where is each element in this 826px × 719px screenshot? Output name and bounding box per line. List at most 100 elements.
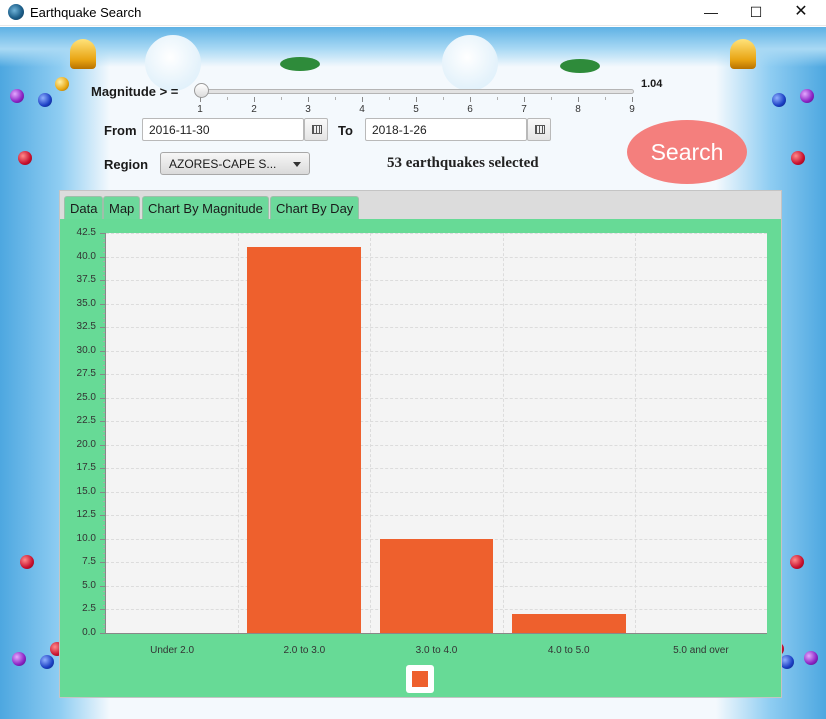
ornament-decoration <box>800 89 814 103</box>
y-tick-label: 35.0 <box>76 297 96 309</box>
close-button[interactable]: ✕ <box>778 0 824 26</box>
slider-tick-mark <box>632 97 633 102</box>
y-tick-label: 40.0 <box>76 250 96 262</box>
chart-gridline <box>106 421 767 423</box>
slider-tick-mark <box>578 97 579 102</box>
search-button[interactable]: Search <box>627 120 747 184</box>
ornament-decoration <box>780 655 794 669</box>
slider-tick-label: 1 <box>197 104 203 115</box>
chart-bar[interactable] <box>511 614 626 633</box>
moon-decoration <box>145 35 201 91</box>
holly-decoration <box>280 57 320 71</box>
y-tick-label: 5.0 <box>82 579 96 591</box>
chart-bar[interactable] <box>379 538 494 633</box>
ornament-decoration <box>791 151 805 165</box>
y-tick-label: 17.5 <box>76 462 96 474</box>
slider-tick-mark <box>308 97 309 102</box>
tab-chart-by-magnitude[interactable]: Chart By Magnitude <box>142 196 269 220</box>
snow-border-top <box>0 27 826 67</box>
region-select[interactable]: AZORES-CAPE S... <box>160 152 310 175</box>
ornament-decoration <box>20 555 34 569</box>
magnitude-slider-thumb[interactable] <box>194 83 209 98</box>
ornament-decoration <box>804 651 818 665</box>
bell-decoration <box>730 39 756 69</box>
chart-gridline <box>106 374 767 376</box>
chart-gridline <box>106 256 767 258</box>
slider-tick-label: 5 <box>413 104 419 115</box>
minimize-button[interactable]: — <box>688 0 734 26</box>
slider-minor-tick <box>335 97 336 100</box>
legend-swatch <box>412 671 428 687</box>
chart-vertical-gridline <box>502 233 504 633</box>
slider-tick-label: 8 <box>575 104 581 115</box>
ornament-decoration <box>790 555 804 569</box>
tab-data[interactable]: Data <box>64 196 104 220</box>
chart-gridline <box>106 280 767 282</box>
y-tick-label: 7.5 <box>82 556 96 568</box>
chart-vertical-gridline <box>238 233 240 633</box>
tab-map[interactable]: Map <box>103 196 141 220</box>
y-tick-label: 30.0 <box>76 344 96 356</box>
x-tick-label: 2.0 to 3.0 <box>283 645 326 656</box>
chart-plot-area <box>106 233 767 633</box>
y-tick-label: 2.5 <box>82 603 96 615</box>
y-tick-label: 12.5 <box>76 509 96 521</box>
x-tick-label: 4.0 to 5.0 <box>547 645 590 656</box>
from-calendar-button[interactable] <box>304 118 328 141</box>
slider-minor-tick <box>497 97 498 100</box>
y-tick-label: 10.0 <box>76 532 96 544</box>
slider-tick-label: 3 <box>305 104 311 115</box>
chart-gridline <box>106 303 767 305</box>
slider-tick-label: 7 <box>521 104 527 115</box>
ornament-decoration <box>18 151 32 165</box>
ornament-decoration <box>772 93 786 107</box>
y-tick-label: 25.0 <box>76 391 96 403</box>
ornament-decoration <box>10 89 24 103</box>
slider-minor-tick <box>281 97 282 100</box>
moon-decoration <box>442 35 498 91</box>
to-calendar-button[interactable] <box>527 118 551 141</box>
y-tick-label: 0.0 <box>82 627 96 638</box>
chart-gridline <box>106 468 767 470</box>
to-date-field[interactable]: 2018-1-26 <box>365 118 527 141</box>
calendar-icon <box>535 125 545 134</box>
ornament-decoration <box>40 655 54 669</box>
chart-gridline <box>106 233 767 234</box>
ornament-decoration <box>38 93 52 107</box>
slider-tick-label: 6 <box>467 104 473 115</box>
from-label: From <box>104 123 137 138</box>
slider-minor-tick <box>443 97 444 100</box>
slider-tick-label: 4 <box>359 104 365 115</box>
title-bar: Earthquake Search — ☐ ✕ <box>0 0 826 26</box>
x-tick-label: Under 2.0 <box>150 645 195 656</box>
x-tick-label: 5.0 and over <box>673 645 729 656</box>
slider-tick-label: 2 <box>251 104 257 115</box>
chart-gridline <box>106 444 767 446</box>
slider-tick-mark <box>416 97 417 102</box>
x-axis-line <box>105 633 767 634</box>
calendar-icon <box>312 125 322 134</box>
y-tick-label: 42.5 <box>76 227 96 238</box>
slider-tick-label: 9 <box>629 104 635 115</box>
maximize-button[interactable]: ☐ <box>733 0 779 26</box>
holly-decoration <box>560 59 600 73</box>
from-date-field[interactable]: 2016-11-30 <box>142 118 304 141</box>
chart-legend <box>406 665 434 693</box>
y-tick-label: 37.5 <box>76 274 96 286</box>
chevron-down-icon <box>293 162 301 167</box>
chart-bar[interactable] <box>247 247 362 633</box>
bell-decoration <box>70 39 96 69</box>
slider-minor-tick <box>389 97 390 100</box>
slider-minor-tick <box>551 97 552 100</box>
y-tick-label: 20.0 <box>76 438 96 450</box>
y-tick-label: 27.5 <box>76 368 96 380</box>
ornament-decoration <box>55 77 69 91</box>
slider-tick-mark <box>362 97 363 102</box>
slider-tick-mark <box>254 97 255 102</box>
slider-tick-mark <box>524 97 525 102</box>
window-title: Earthquake Search <box>30 5 142 20</box>
tab-chart-by-day[interactable]: Chart By Day <box>270 196 360 220</box>
magnitude-slider-track[interactable] <box>200 89 634 94</box>
magnitude-label: Magnitude > = <box>91 84 179 99</box>
chart-vertical-gridline <box>370 233 372 633</box>
